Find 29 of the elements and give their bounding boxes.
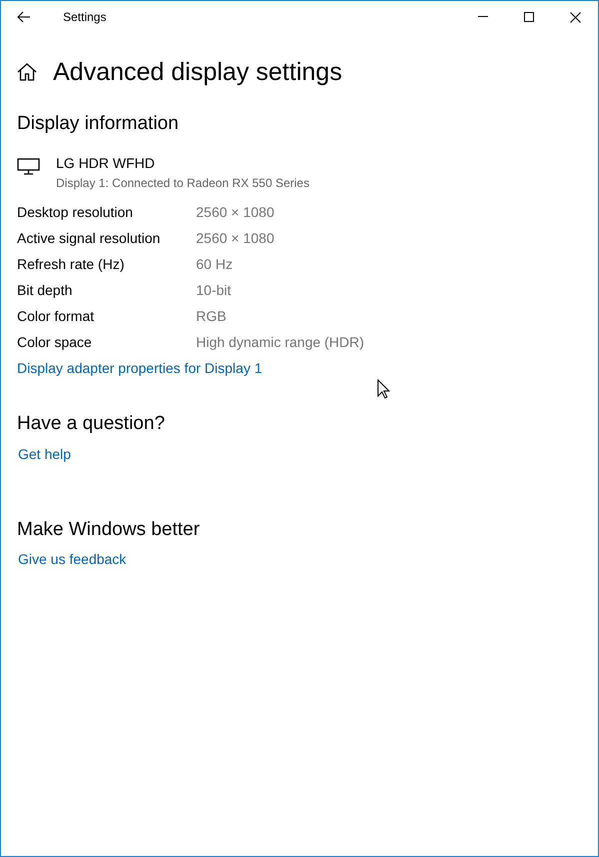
adapter-properties-link[interactable]: Display adapter properties for Display 1 xyxy=(17,358,262,379)
info-label: Color space xyxy=(17,332,93,352)
back-arrow-icon xyxy=(17,11,31,23)
info-label: Active signal resolution xyxy=(17,228,162,248)
section-heading: Make Windows better xyxy=(17,518,201,542)
info-value: 10-bit xyxy=(196,280,232,300)
info-value: RGB xyxy=(196,306,226,326)
maximize-icon xyxy=(524,12,534,22)
info-label: Color format xyxy=(17,306,96,326)
info-label: Desktop resolution xyxy=(17,202,134,222)
monitor-detail: Display 1: Connected to Radeon RX 550 Series xyxy=(56,174,310,192)
info-value: 2560 × 1080 xyxy=(196,202,274,222)
mouse-cursor-icon xyxy=(377,377,390,401)
close-icon xyxy=(570,12,580,22)
home-icon[interactable] xyxy=(17,63,37,81)
help-link[interactable]: Get help xyxy=(17,444,71,465)
info-label: Bit depth xyxy=(17,280,74,300)
info-value: 60 Hz xyxy=(196,254,233,274)
info-label: Refresh rate (Hz) xyxy=(17,254,126,274)
monitor-name: LG HDR WFHD xyxy=(56,154,156,173)
page-title: Advanced display settings xyxy=(53,57,342,87)
info-value: High dynamic range (HDR) xyxy=(196,332,364,352)
section-heading: Display information xyxy=(17,113,180,136)
help-link[interactable]: Give us feedback xyxy=(17,549,126,570)
monitor-icon xyxy=(17,158,40,175)
info-value: 2560 × 1080 xyxy=(196,228,274,248)
section-heading: Have a question? xyxy=(17,412,166,436)
window-title: Settings xyxy=(63,9,106,26)
minimize-icon xyxy=(478,16,488,18)
